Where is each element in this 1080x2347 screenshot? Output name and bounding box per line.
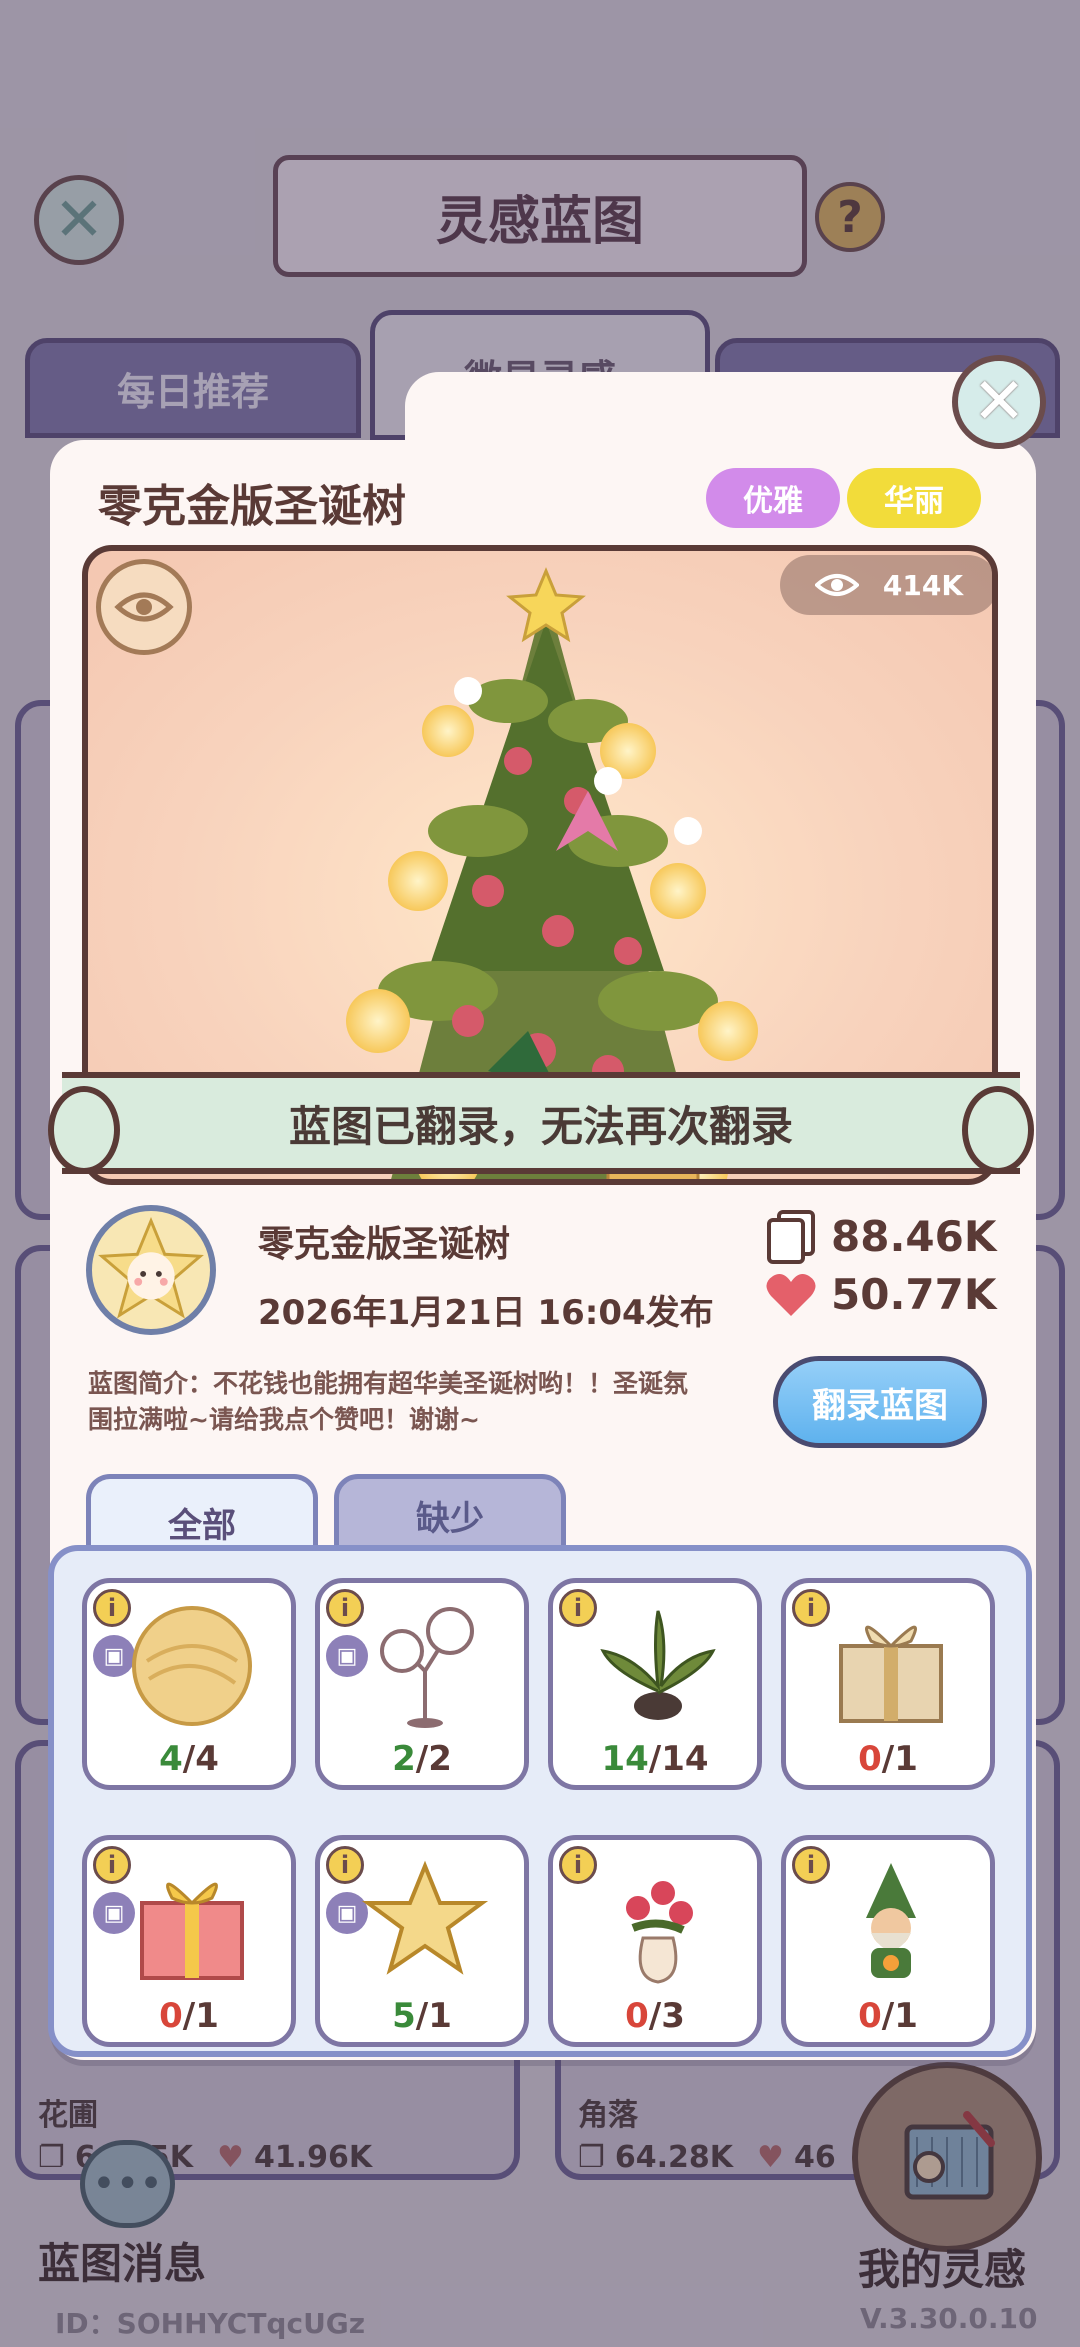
item-card-potted-plant[interactable]: i 14/14 [548,1578,762,1790]
info-icon[interactable]: i [559,1589,597,1627]
item-have: 2 [392,1739,416,1779]
gift-box-icon [826,1601,956,1731]
item-have: 14 [601,1739,649,1779]
item-card-balloon-lamp[interactable]: i ▣ 2/2 [315,1578,529,1790]
item-need: /1 [881,1739,918,1779]
avatar[interactable] [86,1205,216,1335]
blueprint-title: 零克金版圣诞树 [98,481,406,532]
item-card-beige-gift[interactable]: i 0/1 [781,1578,995,1790]
item-count: 2/2 [320,1739,524,1779]
copy-blueprint-button[interactable]: 翻录蓝图 [773,1356,987,1448]
info-icon[interactable]: i [93,1846,131,1884]
item-count: 5/1 [320,1996,524,2036]
info-icon[interactable]: i [559,1846,597,1884]
star-avatar-icon [98,1216,204,1319]
item-count: 14/14 [553,1739,757,1779]
item-have: 0 [858,1996,882,2036]
item-need: /1 [881,1996,918,2036]
item-have: 0 [625,1996,649,2036]
like-count: 50.77K [765,1270,996,1319]
info-icon[interactable]: i [326,1846,364,1884]
item-need: /1 [415,1996,452,2036]
item-card-red-gift[interactable]: i ▣ 0/1 [82,1835,296,2047]
publish-date: 2026年1月21日 16:04发布 [258,1293,714,1333]
item-have: 4 [159,1739,183,1779]
info-icon[interactable]: i [93,1589,131,1627]
gold-orb-icon [127,1601,257,1731]
status-banner: 蓝图已翻录，无法再次翻录 [48,1072,1034,1174]
copy-icon [767,1210,815,1264]
view-count-value: 414K [882,568,964,602]
item-need: /1 [182,1996,219,2036]
item-card-gnome[interactable]: i 0/1 [781,1835,995,2047]
like-count-value: 50.77K [831,1270,997,1319]
item-count: 0/3 [553,1996,757,2036]
close-icon[interactable]: ✕ [952,355,1046,449]
view-eye-icon [814,574,859,596]
item-need: /14 [648,1739,709,1779]
item-have: 0 [159,1996,183,2036]
item-count: 0/1 [87,1996,291,2036]
tab-missing[interactable]: 缺少 [334,1474,566,1556]
item-count: 4/4 [87,1739,291,1779]
tag-elegant: 优雅 [706,468,840,528]
item-need: /3 [648,1996,685,2036]
red-gift-box-icon [127,1858,257,1988]
info-icon[interactable]: i [792,1589,830,1627]
heart-icon [766,1273,816,1316]
item-need: /2 [415,1739,452,1779]
eye-glyph-icon [114,592,174,622]
item-count: 0/1 [786,1996,990,2036]
rose-vase-icon [593,1858,723,1988]
item-count: 0/1 [786,1739,990,1779]
info-icon[interactable]: i [326,1589,364,1627]
copy-count-value: 88.46K [831,1211,997,1261]
eye-icon[interactable] [96,559,192,655]
balloon-lamp-icon [360,1601,490,1731]
item-card-gold-star[interactable]: i ▣ 5/1 [315,1835,529,2047]
item-have: 0 [858,1739,882,1779]
item-card-rose-vase[interactable]: i 0/3 [548,1835,762,2047]
item-need: /4 [182,1739,219,1779]
gnome-icon [826,1858,956,1988]
item-card-gold-ball[interactable]: i ▣ 4/4 [82,1578,296,1790]
copy-count: 88.46K [765,1208,996,1264]
leafy-plant-icon [593,1601,723,1731]
view-count: 414K [780,555,992,615]
info-icon[interactable]: i [792,1846,830,1884]
item-have: 5 [392,1996,416,2036]
star-icon [360,1858,490,1988]
tag-gorgeous: 华丽 [847,468,981,528]
blueprint-description: 蓝图简介：不花钱也能拥有超华美圣诞树哟！！圣诞氛围拉满啦~请给我点个赞吧！谢谢~ [88,1369,689,1434]
author-name: 零克金版圣诞树 [258,1224,511,1265]
